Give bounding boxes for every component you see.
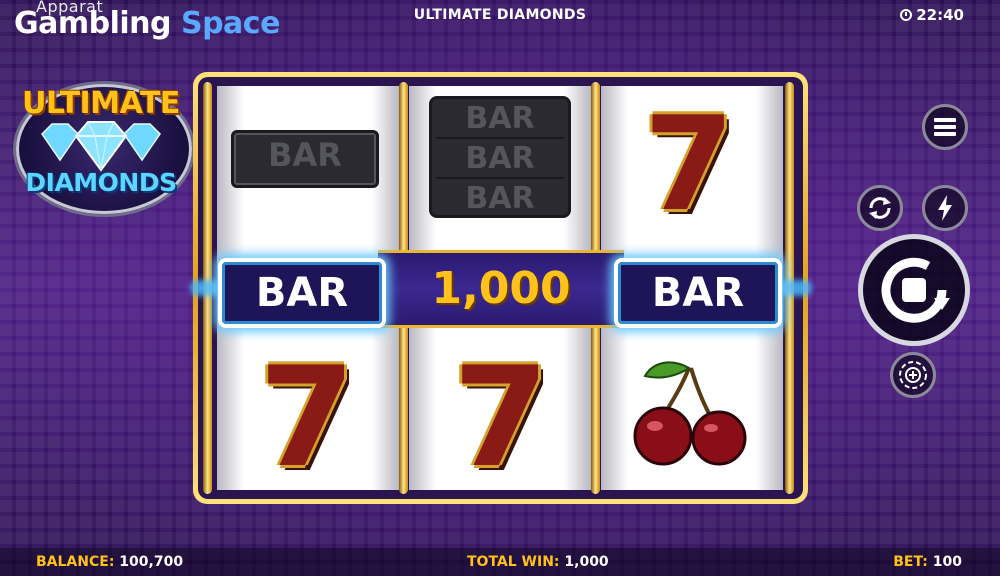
cherry-icon	[633, 361, 747, 466]
menu-icon	[934, 118, 956, 136]
bar-row: BAR	[436, 101, 564, 139]
win-line: BAR 1,000 BAR	[190, 250, 812, 328]
balance-label: BALANCE:	[36, 554, 115, 570]
top-bar: Apparat Gambling Space ULTIMATE DIAMONDS…	[0, 0, 1000, 41]
game-logo: ULTIMATE DIAMONDS	[12, 80, 192, 214]
status-bar: BALANCE: 100,700 TOTAL WIN: 1,000 BET: 1…	[0, 548, 1000, 576]
balance-value: 100,700	[119, 554, 184, 570]
logo-title-bottom: DIAMONDS	[25, 168, 177, 197]
lightning-icon	[938, 195, 952, 221]
total-win-value: 1,000	[564, 554, 609, 570]
seven-symbol: 7	[258, 337, 356, 498]
bet-chip-icon	[899, 361, 927, 389]
logo-title-top: ULTIMATE	[22, 86, 180, 121]
menu-button[interactable]	[922, 104, 968, 150]
diamond-icon	[41, 121, 161, 172]
autoplay-icon	[869, 197, 891, 219]
balance: BALANCE: 100,700	[36, 554, 183, 570]
clock-icon	[900, 9, 913, 21]
win-amount: 1,000	[431, 263, 571, 314]
seven-symbol: 7	[452, 337, 550, 498]
spin-icon	[881, 257, 950, 323]
turbo-button[interactable]	[922, 185, 968, 231]
seven-symbol: 7	[643, 88, 735, 240]
clock-time: 22:40	[916, 6, 964, 24]
bar-row: BAR	[465, 181, 535, 216]
bet-value: 100	[932, 554, 962, 570]
triple-bar-symbol: BAR BAR BAR	[429, 96, 571, 218]
bar-row: BAR	[436, 141, 564, 179]
total-win: TOTAL WIN: 1,000	[467, 554, 609, 570]
bet-button[interactable]	[890, 352, 936, 398]
bet: BET: 100	[893, 554, 962, 570]
winning-bar-symbol: BAR	[614, 258, 782, 328]
game-title: ULTIMATE DIAMONDS	[413, 7, 587, 23]
bar-symbol: BAR	[231, 130, 379, 188]
clock: 22:40	[900, 6, 964, 24]
spin-button[interactable]	[858, 234, 970, 346]
bet-label: BET:	[893, 554, 928, 570]
autoplay-button[interactable]	[857, 185, 903, 231]
total-win-label: TOTAL WIN:	[467, 554, 560, 570]
winning-bar-symbol: BAR	[218, 258, 386, 328]
